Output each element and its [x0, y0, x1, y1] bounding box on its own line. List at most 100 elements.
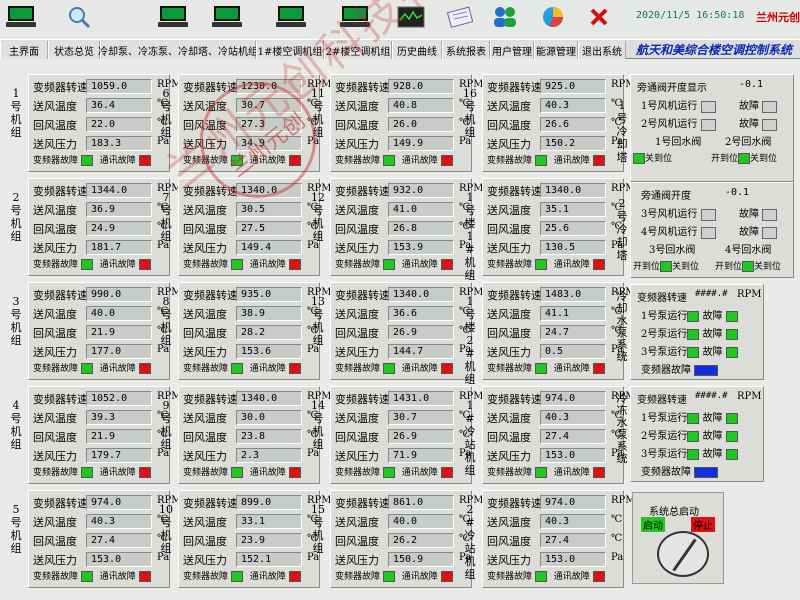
- vfd-fault-label: 变频器故障: [183, 364, 229, 374]
- ahu-unit-panel: 11号机组 变频器转速 928.0 RPM 送风温度 40.8 ℃ 回风温度 2…: [311, 74, 484, 172]
- start-switch-knob[interactable]: [657, 531, 709, 577]
- fault-row: 变频器故障 通讯故障: [183, 361, 301, 375]
- return-value: 24.9: [86, 221, 152, 236]
- pressure-label: 送风压力: [183, 138, 227, 151]
- valve-status-led: [660, 261, 673, 272]
- pump3-label: 3号泵运行: [641, 449, 688, 460]
- pump2-run-led: [687, 329, 700, 340]
- fan2-fault: [762, 118, 778, 131]
- return-value: 24.7: [540, 325, 606, 340]
- search-icon[interactable]: [64, 5, 94, 29]
- menu-building1[interactable]: 1#楼空调机组: [256, 41, 324, 59]
- pressure-label: 送风压力: [33, 138, 77, 151]
- computer-icon[interactable]: [276, 5, 306, 29]
- vfd-fault-led: [382, 571, 395, 582]
- comm-fault-led: [138, 467, 151, 478]
- supply-value: 30.0: [236, 410, 302, 425]
- ahu-unit-panel: 16号机组 变频器转速 925.0 RPM 送风温度 40.3 ℃ 回风温度 2…: [463, 74, 636, 172]
- computer-icon[interactable]: [6, 5, 36, 29]
- speed-label: 变频器转速: [33, 81, 88, 94]
- supply-value: 40.8: [388, 98, 454, 113]
- fault-row: 变频器故障 通讯故障: [487, 569, 605, 583]
- cooling-tower-1-panel: 1号冷却塔 旁通阀开度显示 -0.1 1号风机运行 故障 2号风机运行 故障 1…: [617, 74, 794, 182]
- fan4-fault: [762, 226, 778, 239]
- unit-label: 8号机组: [160, 295, 172, 347]
- vfd-fault-led: [230, 259, 243, 270]
- fault-row: 变频器故障 通讯故障: [33, 569, 151, 583]
- comm-fault-led: [288, 363, 301, 374]
- comm-fault-led: [592, 259, 605, 270]
- start-button[interactable]: 启动: [641, 517, 665, 532]
- pie-icon[interactable]: [538, 5, 568, 29]
- menu-overview[interactable]: 状态总览: [48, 41, 100, 59]
- cooling-pump-title: 冷却水泵系统: [616, 290, 628, 363]
- valve-close-label: 关到位: [754, 262, 782, 272]
- supply-label: 送风温度: [487, 516, 531, 529]
- comm-fault-led: [138, 363, 151, 374]
- pressure-value: 153.0: [540, 552, 606, 567]
- valve-status-led: [742, 261, 755, 272]
- menu-main[interactable]: 主界面: [0, 41, 48, 59]
- return-label: 回风温度: [487, 431, 531, 444]
- computer-icon[interactable]: [212, 5, 242, 29]
- valve-status-led: [633, 153, 645, 164]
- unit-label: 6号机组: [160, 87, 172, 139]
- ahu-unit-panel: 10号机组 变频器转速 899.0 RPM 送风温度 33.1 ℃ 回风温度 2…: [159, 490, 332, 588]
- return-label: 回风温度: [33, 535, 77, 548]
- supply-value: 30.7: [388, 410, 454, 425]
- comm-fault-label: 通讯故障: [99, 260, 136, 270]
- unit-label: 5号机组: [10, 503, 22, 555]
- pressure-value: 153.9: [388, 240, 454, 255]
- unit-label: 9号机组: [160, 399, 172, 451]
- close-icon[interactable]: [584, 5, 614, 29]
- monitor-icon[interactable]: [396, 5, 426, 29]
- fault-label: 故障: [702, 431, 723, 442]
- vfd-fault-led: [80, 571, 93, 582]
- pressure-value: 179.7: [86, 448, 152, 463]
- fault-label: 故障: [702, 329, 723, 340]
- speed-value: 1340.0: [540, 183, 606, 198]
- speed-label: 变频器转速: [183, 289, 238, 302]
- speed-label: 变频器转速: [335, 497, 390, 510]
- unit-label: 1号楼1#机组: [464, 191, 476, 282]
- report-icon[interactable]: [444, 5, 474, 29]
- menu-energy[interactable]: 能源管理: [534, 41, 578, 59]
- menu-report[interactable]: 系统报表: [442, 41, 490, 59]
- vfd-fault-led: [230, 571, 243, 582]
- menu-history[interactable]: 历史曲线: [392, 41, 442, 59]
- return-label: 回风温度: [335, 223, 379, 236]
- speed-value: 932.0: [388, 183, 454, 198]
- vfd-fault-led: [80, 363, 93, 374]
- pressure-unit: Pa: [611, 552, 624, 563]
- pump3-run-led: [687, 347, 700, 358]
- valve-close-label: 关到位: [672, 262, 700, 272]
- vfd-fault-label: 变频器故障: [335, 260, 381, 270]
- pressure-value: 130.5: [540, 240, 606, 255]
- supply-value: 40.0: [388, 514, 454, 529]
- computer-icon[interactable]: [340, 5, 370, 29]
- fault-row: 变频器故障 通讯故障: [183, 153, 301, 167]
- users-icon[interactable]: [490, 5, 520, 29]
- menu-exit[interactable]: 退出系统: [578, 41, 626, 59]
- return-value: 26.0: [388, 117, 454, 132]
- menu-building2[interactable]: 2#楼空调机组: [324, 41, 392, 59]
- menu-users[interactable]: 用户管理: [490, 41, 534, 59]
- ahu-unit-panel: 1号楼2#机组 变频器转速 1483.0 RPM 送风温度 41.1 ℃ 回风温…: [465, 282, 636, 386]
- vfd-fault-led: [694, 467, 719, 478]
- supply-label: 送风温度: [487, 100, 531, 113]
- vfd-fault-led: [230, 467, 243, 478]
- fault-row: 变频器故障 通讯故障: [335, 153, 453, 167]
- stop-button[interactable]: 停止: [691, 517, 715, 532]
- vfd-fault-label: 变频器故障: [487, 156, 533, 166]
- valve3-label: 3号回水阀: [649, 245, 696, 256]
- supply-value: 36.9: [86, 202, 152, 217]
- pressure-label: 送风压力: [487, 554, 531, 567]
- supply-label: 送风温度: [487, 308, 531, 321]
- supply-value: 40.3: [86, 514, 152, 529]
- pump1-run-led: [687, 311, 700, 322]
- return-value: 26.6: [540, 117, 606, 132]
- valve4-label: 4号回水阀: [725, 245, 772, 256]
- menu-pumps-towers[interactable]: 冷却泵、冷冻泵、冷却塔、冷站机组: [98, 41, 258, 59]
- fan3-fault: [762, 208, 778, 221]
- computer-icon[interactable]: [158, 5, 188, 29]
